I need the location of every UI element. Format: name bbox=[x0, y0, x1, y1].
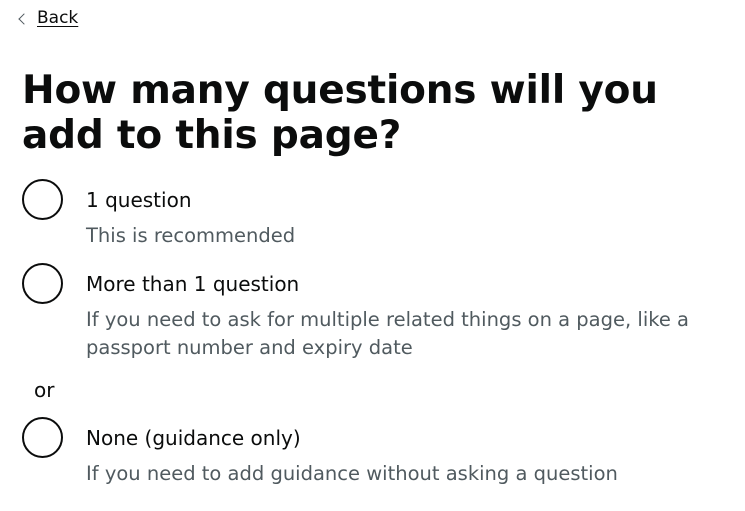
radio-option-hint: This is recommended bbox=[86, 224, 296, 247]
chevron-left-icon bbox=[18, 12, 30, 25]
back-link-label: Back bbox=[37, 8, 79, 28]
radio-button[interactable] bbox=[22, 179, 63, 220]
radio-option-hint: If you need to add guidance without aski… bbox=[86, 462, 618, 485]
radio-button[interactable] bbox=[22, 263, 63, 304]
radio-option-label[interactable]: None (guidance only) bbox=[86, 426, 301, 450]
radio-option-hint: If you need to ask for multiple related … bbox=[86, 308, 689, 359]
radio-divider-or: or bbox=[34, 378, 55, 402]
radio-option-label[interactable]: More than 1 question bbox=[86, 272, 299, 296]
radio-button[interactable] bbox=[22, 417, 63, 458]
radio-option-label[interactable]: 1 question bbox=[86, 188, 192, 212]
back-link[interactable]: Back bbox=[18, 8, 79, 28]
page-title: How many questions will you add to this … bbox=[22, 68, 658, 158]
